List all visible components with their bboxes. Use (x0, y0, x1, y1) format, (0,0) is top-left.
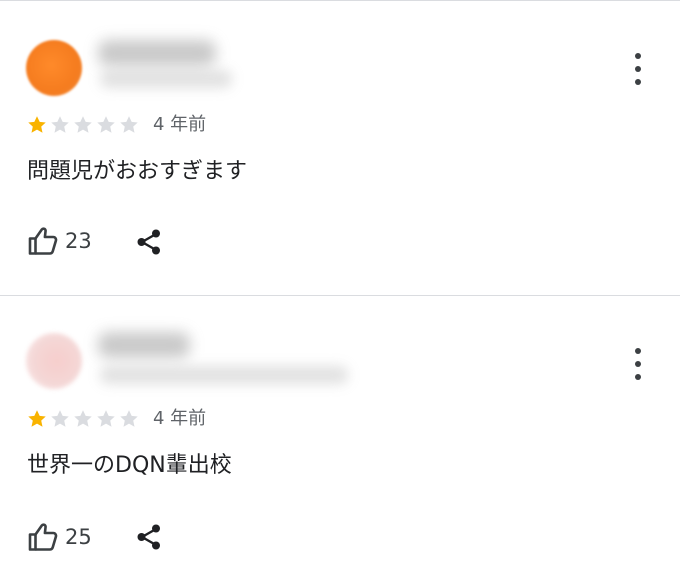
star-empty-icon (51, 116, 69, 133)
avatar[interactable] (26, 40, 82, 96)
star-rating (26, 408, 141, 430)
more-options-button[interactable] (632, 53, 644, 85)
reviewer-name-redacted[interactable] (98, 40, 216, 66)
thumbs-up-icon (28, 227, 58, 255)
avatar[interactable] (26, 333, 82, 389)
review-card: 4 年前 問題児がおおすぎます 23 (0, 0, 680, 295)
star-filled-icon (28, 410, 46, 427)
star-empty-icon (51, 410, 69, 427)
reviewer-meta-redacted (100, 70, 232, 88)
more-vert-icon (635, 348, 641, 354)
like-count: 23 (65, 229, 92, 253)
like-count: 25 (65, 525, 92, 549)
more-vert-icon (635, 53, 641, 59)
like-button[interactable]: 23 (27, 226, 92, 256)
like-button[interactable]: 25 (27, 522, 92, 552)
share-icon[interactable] (134, 522, 164, 552)
star-filled-icon (28, 116, 46, 133)
review-age: 4 年前 (153, 114, 207, 135)
star-empty-icon (74, 410, 92, 427)
more-options-button[interactable] (632, 348, 644, 380)
reviewer-meta-redacted (100, 366, 348, 384)
star-rating (26, 114, 141, 136)
review-text: 問題児がおおすぎます (27, 159, 248, 184)
star-empty-icon (120, 410, 138, 427)
reviewer-name-redacted[interactable] (98, 332, 190, 358)
review-card: 4 年前 世界一のDQN輩出校 25 (0, 296, 680, 579)
star-empty-icon (97, 116, 115, 133)
star-empty-icon (97, 410, 115, 427)
star-empty-icon (74, 116, 92, 133)
star-empty-icon (120, 116, 138, 133)
thumbs-up-icon (28, 523, 58, 551)
share-icon[interactable] (134, 227, 164, 257)
review-text: 世界一のDQN輩出校 (27, 453, 232, 478)
review-age: 4 年前 (153, 408, 207, 429)
